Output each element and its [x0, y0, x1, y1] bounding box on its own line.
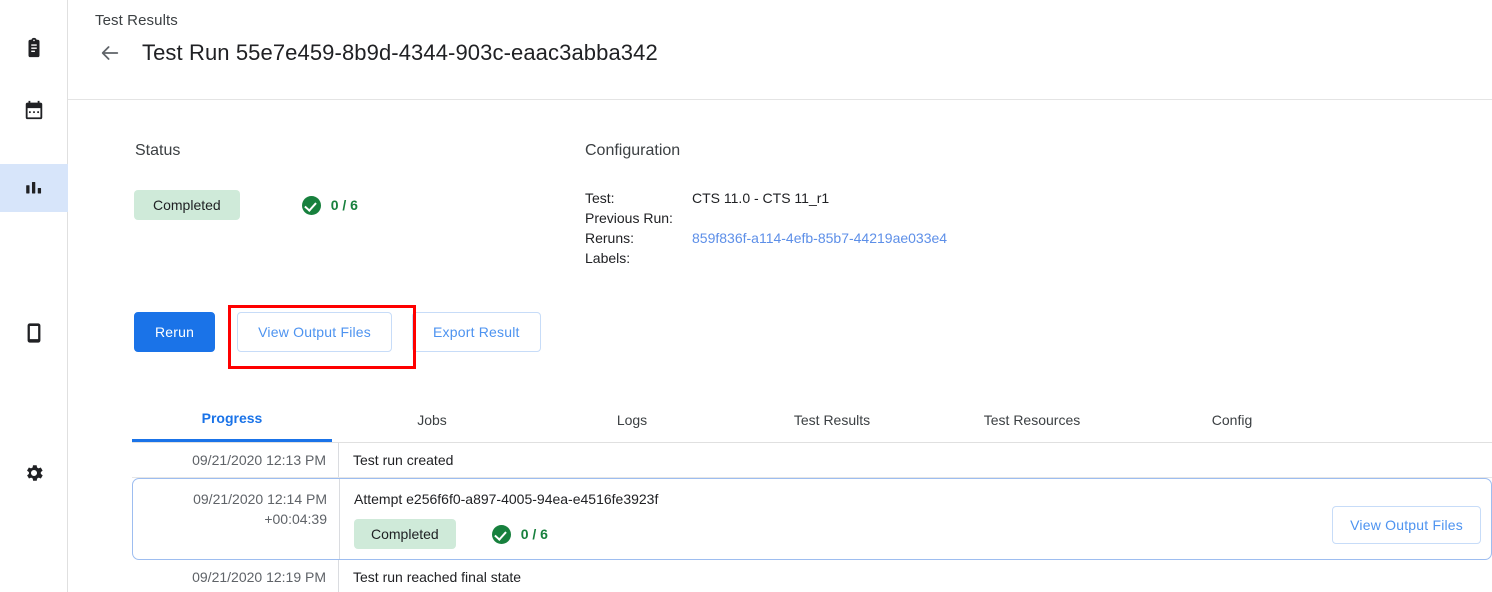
- breadcrumb[interactable]: Test Results: [95, 12, 178, 29]
- timeline-row[interactable]: 09/21/2020 12:13 PM Test run created: [132, 443, 1492, 478]
- configuration-table: Test: CTS 11.0 - CTS 11_r1 Previous Run:…: [585, 190, 947, 270]
- config-value: CTS 11.0 - CTS 11_r1: [692, 190, 947, 210]
- status-count-group: 0 / 6: [302, 196, 358, 215]
- bar-chart-icon: [23, 177, 45, 199]
- sidebar: [0, 0, 68, 592]
- timeline-timestamp: 09/21/2020 12:13 PM: [132, 443, 339, 477]
- clipboard-icon: [23, 37, 45, 59]
- sidebar-item-test-plans[interactable]: [0, 86, 68, 134]
- attempt-count: 0 / 6: [521, 524, 548, 544]
- config-row-test: Test: CTS 11.0 - CTS 11_r1: [585, 190, 947, 210]
- timeline-text: Test run reached final state: [339, 560, 1492, 592]
- attempt-status-badge: Completed: [354, 519, 456, 549]
- tab-bar: Progress Jobs Logs Test Results Test Res…: [132, 397, 1492, 443]
- timeline-status-line: Completed 0 / 6: [354, 519, 658, 549]
- config-key: Previous Run:: [585, 210, 692, 230]
- sidebar-item-devices[interactable]: [0, 309, 68, 357]
- calendar-icon: [23, 99, 45, 121]
- tab-logs[interactable]: Logs: [532, 397, 732, 442]
- app-root: Test Results Test Run 55e7e459-8b9d-4344…: [0, 0, 1492, 592]
- export-result-button[interactable]: Export Result: [412, 312, 541, 352]
- timeline-duration: +00:04:39: [133, 509, 327, 529]
- tab-progress[interactable]: Progress: [132, 397, 332, 442]
- view-output-files-button[interactable]: View Output Files: [237, 312, 392, 352]
- configuration-heading: Configuration: [585, 142, 680, 160]
- timeline-timestamp-block: 09/21/2020 12:14 PM +00:04:39: [133, 479, 340, 559]
- device-icon: [23, 322, 45, 344]
- status-heading: Status: [135, 142, 180, 160]
- timeline-attempt-block: Attempt e256f6f0-a897-4005-94ea-e4516fe3…: [354, 486, 658, 552]
- config-key: Reruns:: [585, 230, 692, 250]
- config-key: Test:: [585, 190, 692, 210]
- page-body: Status Completed 0 / 6 Configuration Tes…: [68, 100, 1492, 592]
- tab-jobs[interactable]: Jobs: [332, 397, 532, 442]
- attempt-count-group: 0 / 6: [492, 524, 548, 544]
- timeline-content: Attempt e256f6f0-a897-4005-94ea-e4516fe3…: [340, 479, 1491, 559]
- title-row: Test Run 55e7e459-8b9d-4344-903c-eaac3ab…: [95, 38, 658, 68]
- back-arrow-icon[interactable]: [95, 38, 125, 68]
- action-button-row: Rerun View Output Files Export Result: [134, 312, 541, 352]
- page-title: Test Run 55e7e459-8b9d-4344-903c-eaac3ab…: [142, 40, 658, 66]
- status-badge: Completed: [134, 190, 240, 220]
- timeline-attempt-text: Attempt e256f6f0-a897-4005-94ea-e4516fe3…: [354, 489, 658, 509]
- gear-icon: [23, 462, 45, 484]
- timeline-text: Test run created: [339, 443, 1492, 477]
- timeline-row-expanded[interactable]: 09/21/2020 12:14 PM +00:04:39 Attempt e2…: [132, 478, 1492, 560]
- rerun-link[interactable]: 859f836f-a114-4efb-85b7-44219ae033e4: [692, 230, 947, 246]
- sidebar-item-settings[interactable]: [0, 449, 68, 497]
- config-value-link-cell: 859f836f-a114-4efb-85b7-44219ae033e4: [692, 230, 947, 250]
- timeline-row-actions: View Output Files: [1332, 486, 1491, 544]
- rerun-button[interactable]: Rerun: [134, 312, 215, 352]
- tab-config[interactable]: Config: [1132, 397, 1332, 442]
- page-header: Test Results Test Run 55e7e459-8b9d-4344…: [68, 0, 1492, 100]
- config-key: Labels:: [585, 250, 692, 270]
- check-circle-icon: [492, 525, 511, 544]
- timeline-row[interactable]: 09/21/2020 12:19 PM Test run reached fin…: [132, 560, 1492, 592]
- config-row-reruns: Reruns: 859f836f-a114-4efb-85b7-44219ae0…: [585, 230, 947, 250]
- timeline-timestamp: 09/21/2020 12:14 PM: [133, 489, 327, 509]
- config-value: [692, 250, 947, 270]
- timeline-timestamp: 09/21/2020 12:19 PM: [132, 560, 339, 592]
- tab-test-resources[interactable]: Test Resources: [932, 397, 1132, 442]
- status-row: Completed 0 / 6: [134, 190, 358, 220]
- config-row-previous-run: Previous Run:: [585, 210, 947, 230]
- sidebar-item-test-results[interactable]: [0, 164, 68, 212]
- progress-timeline: 09/21/2020 12:13 PM Test run created 09/…: [132, 443, 1492, 592]
- tab-test-results[interactable]: Test Results: [732, 397, 932, 442]
- config-value: [692, 210, 947, 230]
- sidebar-item-test-suites[interactable]: [0, 24, 68, 72]
- status-count: 0 / 6: [331, 197, 358, 213]
- check-circle-icon: [302, 196, 321, 215]
- config-row-labels: Labels:: [585, 250, 947, 270]
- attempt-view-output-files-button[interactable]: View Output Files: [1332, 506, 1481, 544]
